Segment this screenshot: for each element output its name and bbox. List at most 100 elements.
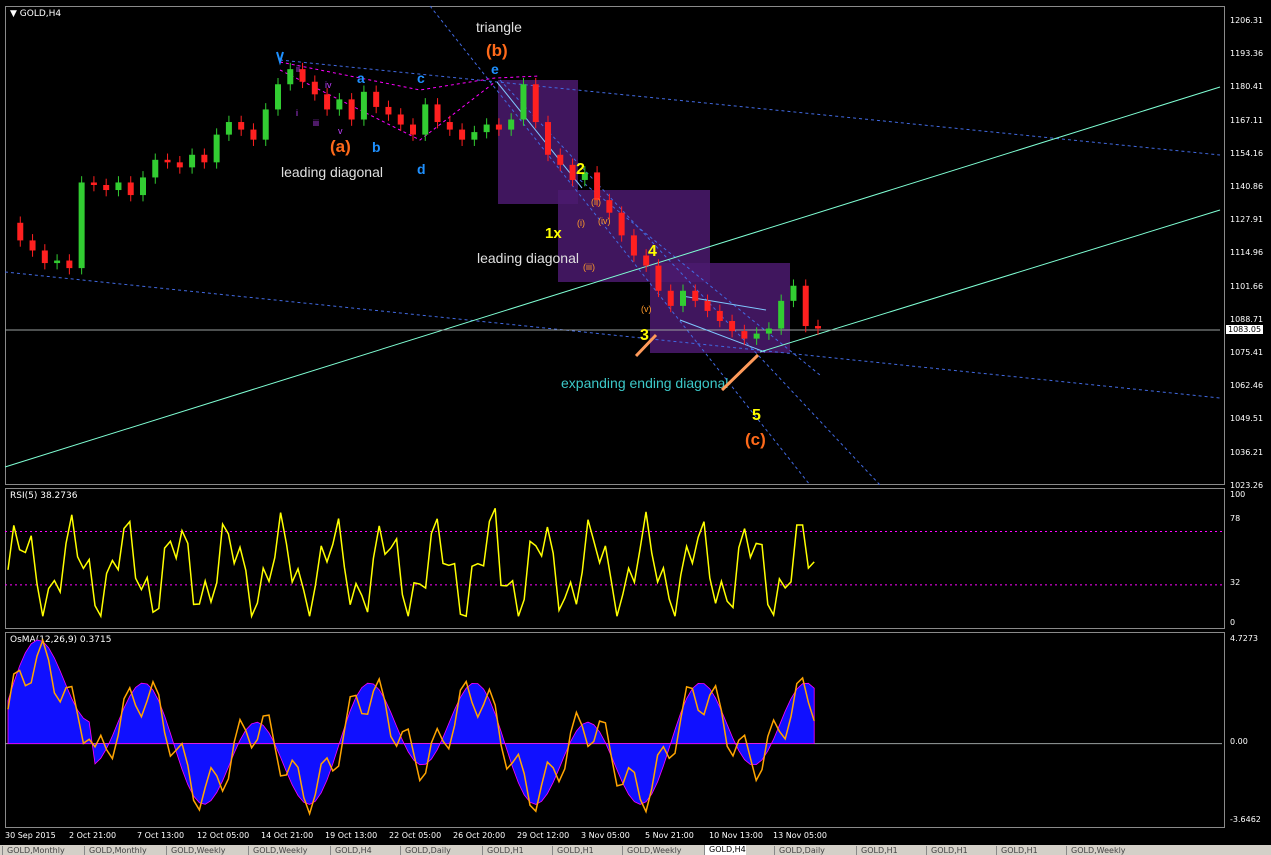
candle-body [78,182,85,269]
price-tick-label: 1193.36 [1230,49,1264,59]
chart-tab[interactable]: GOLD,H1 [856,846,898,855]
chart-tab[interactable]: GOLD,H1 [926,846,968,855]
candle-body [630,235,637,256]
candle-body [471,132,478,140]
price-tick-label: 1114.96 [1230,248,1264,258]
label-b-paren: (b) [486,41,508,60]
candle-body [815,326,821,329]
candle-body [557,154,564,165]
time-label: 29 Oct 12:00 [517,831,570,840]
osma-scale[interactable]: 4.7273 0.00 -3.6462 [1226,632,1271,828]
price-tick-label: 1088.71 [1230,314,1264,324]
chart-window: ▼ GOLD,H4 RSI(5) 38.2736 OsMA(12,26,9) 0… [0,0,1271,855]
label-d: d [417,161,426,177]
candle-body [140,177,146,196]
chart-tab[interactable]: GOLD,Weekly [166,846,226,855]
candle-body [127,182,134,196]
candle-body [741,331,748,339]
label-roman-i: (i) [577,218,585,228]
candle-body [594,172,601,201]
label-v: v [338,126,343,136]
candle-body [753,333,760,339]
osma-tick-label: -3.6462 [1230,815,1261,824]
time-label: 30 Sep 2015 [5,831,56,840]
label-leading-diagonal: leading diagonal [281,164,383,180]
rsi-tick-label: 100 [1230,490,1246,499]
chart-tab[interactable]: GOLD,Weekly [1066,846,1126,855]
candle-body [446,122,453,130]
candle-body [66,260,73,269]
osma-area [7,639,815,805]
candle-body [152,159,159,178]
candle-body [410,124,416,135]
candle-body [275,84,281,110]
price-tick-label: 1206.31 [1230,16,1264,25]
price-tick-label: 1036.21 [1230,447,1264,457]
time-label: 14 Oct 21:00 [261,831,314,840]
candle-body [41,250,48,264]
price-tick-label: 1101.66 [1230,281,1264,291]
candle-body [238,122,245,130]
time-label: 22 Oct 05:00 [389,831,442,840]
candle-body [692,290,699,301]
candle-body [483,124,490,133]
rsi-tick-label: 78 [1230,514,1241,523]
chart-tab[interactable]: GOLD,H1 [552,846,594,855]
chart-tab[interactable]: GOLD,Monthly [2,846,65,855]
rsi-tick-label: 0 [1230,618,1236,627]
chart-tab[interactable]: GOLD,Daily [774,846,825,855]
time-label: 12 Oct 05:00 [197,831,250,840]
trend-line [4,86,1221,468]
label-four: 4 [648,243,657,260]
chart-tab-bar: GOLD,Monthly GOLD,Monthly GOLD,Weekly GOLD,… [0,845,1271,855]
label-e: e [491,61,499,77]
time-axis[interactable]: 30 Sep 2015 2 Oct 21:00 7 Oct 13:00 12 Oct … [5,829,1225,843]
candle-body [348,99,355,120]
candle-body [704,300,711,311]
rsi-scale[interactable]: 100 78 32 0 [1226,488,1271,629]
chart-canvas: triangle (b)e a c (a) b d leading diagonal leadi… [4,5,1222,817]
price-tick-label: 1167.11 [1230,115,1264,125]
chart-tab[interactable]: GOLD,H4 [704,845,746,855]
time-label: 3 Nov 05:00 [581,831,630,840]
label-expanding-diagonal: expanding ending diagonal [561,375,728,391]
label-iv: iv [325,80,332,90]
candle-body [164,159,171,163]
arrow [720,353,760,392]
candle-body [545,122,551,155]
chart-tab[interactable]: GOLD,Daily [400,846,451,855]
candle-body [520,84,527,120]
candle-body [250,129,257,140]
candle-body [508,119,515,130]
candle-body [385,106,392,115]
label-ii: ii [296,64,300,74]
candle-body [225,122,232,135]
candle-body [778,300,785,329]
label-1x: 1x [545,225,562,242]
osma-tick-label: 0.00 [1230,737,1248,746]
chart-tab[interactable]: GOLD,H1 [482,846,524,855]
candle-body [176,162,183,168]
label-a-paren: (a) [330,137,351,156]
time-label: 19 Oct 13:00 [325,831,378,840]
chart-tab[interactable]: GOLD,H1 [996,846,1038,855]
candle-body [729,320,736,332]
candle-body [189,154,196,168]
candle-body [802,285,809,327]
time-label: 10 Nov 13:00 [709,831,763,840]
time-label: 2 Oct 21:00 [69,831,117,840]
label-iii: iii [313,118,319,128]
chart-tab[interactable]: GOLD,Weekly [248,846,308,855]
chart-tab[interactable]: GOLD,Monthly [84,846,147,855]
candle-body [680,290,686,306]
candle-body [716,310,723,321]
candle-body [262,109,269,140]
candle-body [459,129,466,140]
candle-body [655,265,662,291]
price-scale[interactable]: 1206.31 1193.36 1180.41 1167.11 1154.16 1140.… [1226,6,1271,490]
candle-body [287,69,294,85]
chart-tab[interactable]: GOLD,H4 [330,846,372,855]
candle-body [495,124,502,130]
chart-tab[interactable]: GOLD,Weekly [622,846,682,855]
candle-body [324,94,331,110]
